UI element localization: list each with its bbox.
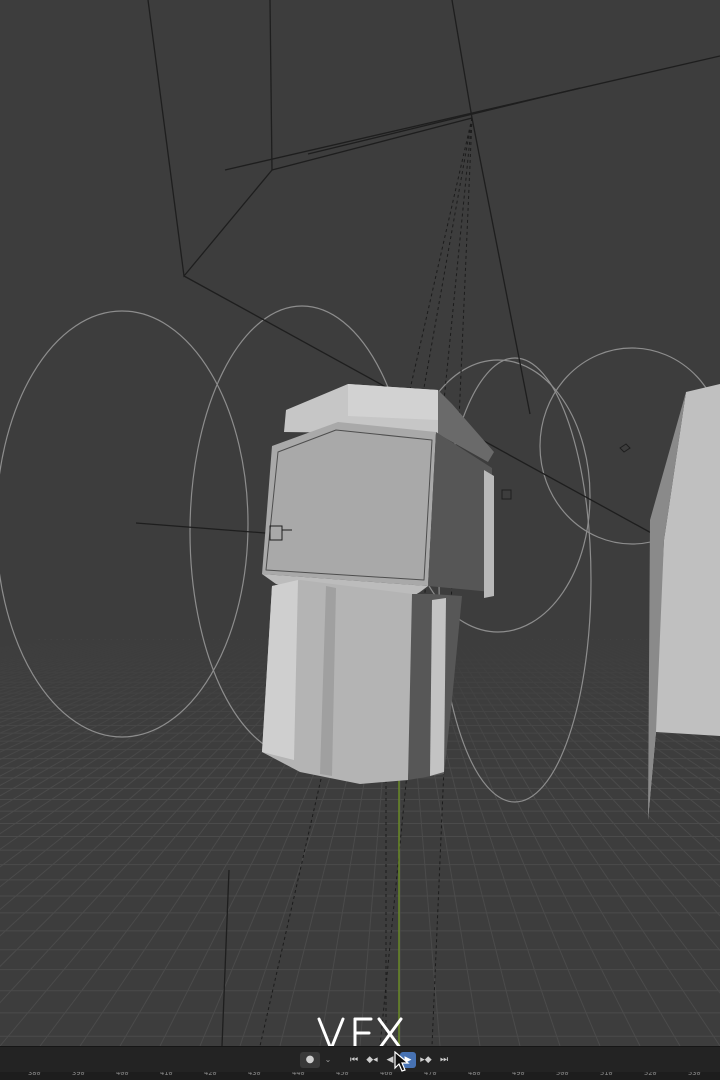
playback-controls: ● ⌄ ⏮ ◆◂ ◀ ▶ ▸◆ ⏭: [300, 1051, 452, 1069]
frame-tick-label: 400: [116, 1072, 129, 1077]
jump-to-start-button[interactable]: ⏮: [346, 1052, 362, 1068]
frame-ruler[interactable]: 380 390 400 410 420 430 440 450 460 470 480 490 500 5…: [0, 1072, 720, 1080]
next-keyframe-button[interactable]: ▸◆: [418, 1052, 434, 1068]
keyframe-dot-button[interactable]: ●: [300, 1052, 320, 1068]
keying-dropdown[interactable]: ⌄: [322, 1052, 334, 1068]
jump-to-end-button[interactable]: ⏭: [436, 1052, 452, 1068]
prev-keyframe-button[interactable]: ◆◂: [364, 1052, 380, 1068]
mouse-cursor-icon: [394, 1051, 410, 1072]
frame-tick-label: 530: [688, 1072, 701, 1077]
timeline-header: ● ⌄ ⏮ ◆◂ ◀ ▶ ▸◆ ⏭: [0, 1046, 720, 1073]
prev-keyframe-icon: ◆◂: [366, 1054, 378, 1065]
frame-tick-label: 380: [28, 1072, 41, 1077]
frame-tick-label: 420: [204, 1072, 217, 1077]
frame-tick-label: 390: [72, 1072, 85, 1077]
viewport-scene: [0, 0, 720, 1046]
frame-tick-label: 450: [336, 1072, 349, 1077]
frame-tick-label: 440: [292, 1072, 305, 1077]
frame-tick-label: 490: [512, 1072, 525, 1077]
3d-viewport[interactable]: [0, 0, 720, 1046]
next-keyframe-icon: ▸◆: [420, 1054, 432, 1065]
frame-tick-label: 460: [380, 1072, 393, 1077]
frame-tick-label: 480: [468, 1072, 481, 1077]
frame-tick-label: 520: [644, 1072, 657, 1077]
frame-tick-label: 430: [248, 1072, 261, 1077]
frame-tick-label: 470: [424, 1072, 437, 1077]
record-dot-icon: ●: [305, 1054, 315, 1065]
jump-start-icon: ⏮: [349, 1054, 359, 1065]
frame-tick-label: 510: [600, 1072, 613, 1077]
jump-end-icon: ⏭: [439, 1054, 449, 1065]
frame-tick-label: 410: [160, 1072, 173, 1077]
chevron-down-icon: ⌄: [324, 1055, 332, 1064]
frame-tick-label: 500: [556, 1072, 569, 1077]
